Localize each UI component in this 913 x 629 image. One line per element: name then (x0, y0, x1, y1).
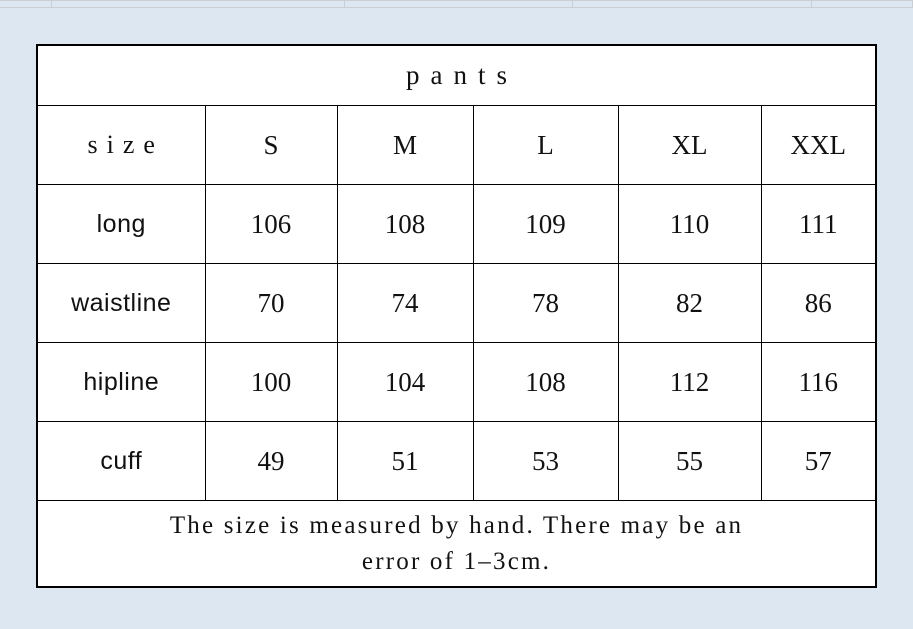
note-row: The size is measured by hand. There may … (36, 500, 877, 588)
row-label-waistline: waistline (36, 263, 206, 343)
measurement-note: The size is measured by hand. There may … (36, 500, 877, 588)
cell-hipline-xxl: 116 (760, 342, 877, 422)
top-strip-tick (812, 1, 913, 7)
cell-long-xl: 110 (617, 184, 762, 264)
header-size-m: M (336, 105, 474, 185)
cell-cuff-l: 53 (472, 421, 619, 501)
cell-waistline-l: 78 (472, 263, 619, 343)
header-size-xl: XL (617, 105, 762, 185)
cell-waistline-xl: 82 (617, 263, 762, 343)
cell-cuff-s: 49 (204, 421, 338, 501)
cell-cuff-xxl: 57 (760, 421, 877, 501)
measurement-note-line-2: error of 1–3cm. (361, 547, 552, 575)
header-size-label: size (36, 105, 206, 185)
cell-cuff-xl: 55 (617, 421, 762, 501)
top-strip-tick (0, 1, 52, 7)
measurement-note-line-1: The size is measured by hand. There may … (169, 512, 744, 539)
cell-waistline-xxl: 86 (760, 263, 877, 343)
size-chart-table: pants size S M L XL XXL long 106 108 109… (36, 44, 878, 588)
cell-hipline-m: 104 (336, 342, 474, 422)
title-row: pants (36, 44, 877, 106)
table-row: long 106 108 109 110 111 (36, 184, 877, 264)
row-label-cuff: cuff (36, 421, 206, 501)
table-header-row: size S M L XL XXL (36, 105, 877, 185)
cell-hipline-xl: 112 (617, 342, 762, 422)
cell-cuff-m: 51 (336, 421, 474, 501)
top-strip-tick (345, 1, 573, 7)
cell-long-s: 106 (204, 184, 338, 264)
row-label-long: long (36, 184, 206, 264)
table-title: pants (36, 44, 877, 106)
cell-waistline-s: 70 (204, 263, 338, 343)
top-strip-tick (573, 1, 812, 7)
cell-waistline-m: 74 (336, 263, 474, 343)
cell-hipline-l: 108 (472, 342, 619, 422)
header-size-l: L (472, 105, 619, 185)
cell-long-l: 109 (472, 184, 619, 264)
table-row: hipline 100 104 108 112 116 (36, 342, 877, 422)
table-row: waistline 70 74 78 82 86 (36, 263, 877, 343)
cell-long-m: 108 (336, 184, 474, 264)
header-size-s: S (204, 105, 338, 185)
top-edge-strip (0, 0, 913, 8)
size-chart-container: pants size S M L XL XXL long 106 108 109… (36, 44, 878, 588)
table-row: cuff 49 51 53 55 57 (36, 421, 877, 501)
top-strip-tick (52, 1, 345, 7)
header-size-xxl: XXL (760, 105, 877, 185)
cell-hipline-s: 100 (204, 342, 338, 422)
row-label-hipline: hipline (36, 342, 206, 422)
cell-long-xxl: 111 (760, 184, 877, 264)
